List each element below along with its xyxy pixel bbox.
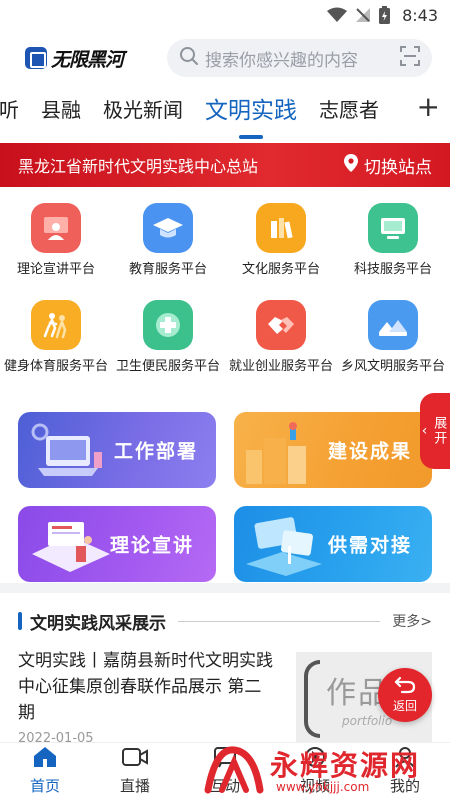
platform-item[interactable]: 理论宣讲平台 — [0, 203, 112, 279]
platform-item[interactable]: 文化服务平台 — [225, 203, 337, 279]
platform-item[interactable]: 卫生便民服务平台 — [112, 300, 224, 376]
monitor-icon — [368, 203, 418, 253]
expand-label: 展开 — [431, 416, 447, 446]
nav-interact[interactable]: 互动 — [180, 743, 270, 799]
platform-item[interactable]: 教育服务平台 — [112, 203, 224, 279]
platform-item[interactable]: 乡风文明服务平台 — [337, 300, 449, 376]
platform-item[interactable]: 健身体育服务平台 — [0, 300, 112, 376]
platform-label: 理论宣讲平台 — [16, 262, 95, 277]
app-logo[interactable]: 无限黑河 — [25, 45, 155, 72]
channel-tabs: 听 县融 极光新闻 文明实践 志愿者 + — [0, 82, 450, 139]
nav-label: 我的 — [389, 777, 420, 795]
tab-aurora-news[interactable]: 极光新闻 — [92, 94, 194, 123]
platform-label: 就业创业服务平台 — [229, 359, 334, 374]
nav-label: 互动 — [209, 777, 240, 795]
thumbnail-subtext: portfolio — [342, 714, 393, 728]
nav-video[interactable]: 视频 — [270, 743, 360, 799]
nav-home[interactable]: 首页 — [0, 743, 90, 799]
section-rule — [178, 620, 381, 622]
battery-charging-icon — [379, 6, 391, 24]
construction-results-card[interactable]: 建设成果 — [234, 412, 432, 488]
laptop-illustration — [31, 423, 102, 476]
home-icon — [33, 746, 57, 772]
switch-station-label: 切换站点 — [364, 157, 432, 178]
platform-label: 乡风文明服务平台 — [341, 359, 446, 374]
add-channel-icon[interactable]: + — [417, 90, 440, 123]
card-label: 工作部署 — [114, 440, 199, 463]
no-signal-icon — [355, 7, 371, 23]
return-arrow-icon — [394, 676, 416, 697]
tab-listen[interactable]: 听 — [0, 94, 30, 123]
handshake-icon — [256, 300, 306, 350]
search-icon — [179, 46, 199, 71]
village-icon — [368, 300, 418, 350]
chevron-left-icon: ‹ — [421, 423, 428, 439]
app-header: 无限黑河 搜索你感兴趣的内容 — [0, 36, 450, 80]
search-placeholder: 搜索你感兴趣的内容 — [205, 50, 358, 71]
nav-label: 首页 — [29, 777, 60, 795]
logo-mark-icon — [25, 47, 47, 69]
platform-label: 健身体育服务平台 — [4, 359, 109, 374]
play-icon — [303, 746, 327, 772]
tab-county-media[interactable]: 县融 — [30, 94, 92, 123]
section-accent-bar — [18, 612, 22, 630]
chat-icon — [213, 746, 237, 772]
video-camera-icon — [122, 746, 148, 772]
station-title: 黑龙江省新时代文明实践中心总站 — [18, 157, 259, 176]
card-label: 理论宣讲 — [110, 534, 195, 557]
back-label: 返回 — [392, 699, 417, 713]
user-icon — [394, 746, 416, 772]
more-link[interactable]: 更多> — [392, 611, 432, 631]
platform-label: 卫生便民服务平台 — [116, 359, 221, 374]
graduation-cap-icon — [143, 203, 193, 253]
theory-lecture-card[interactable]: 理论宣讲 — [18, 506, 216, 582]
location-pin-icon — [344, 153, 358, 177]
podium-illustration — [32, 522, 110, 572]
supply-demand-card[interactable]: 供需对接 — [234, 506, 432, 582]
tab-volunteer[interactable]: 志愿者 — [308, 94, 390, 123]
tab-civilization-practice[interactable]: 文明实践 — [194, 91, 308, 139]
running-icon — [31, 300, 81, 350]
platform-item[interactable]: 科技服务平台 — [337, 203, 449, 279]
thumbnail-bracket — [304, 660, 320, 738]
nav-label: 直播 — [119, 777, 150, 795]
platform-label: 教育服务平台 — [128, 262, 207, 277]
article-title[interactable]: 文明实践丨嘉荫县新时代文明实践中心征集原创春联作品展示 第二期 — [18, 648, 278, 726]
switch-station-button[interactable]: 切换站点 — [344, 153, 432, 178]
nav-mine[interactable]: 我的 — [360, 743, 450, 799]
status-bar: 8:43 — [0, 0, 450, 30]
status-time: 8:43 — [402, 5, 438, 25]
showcase-section-header: 文明实践风采展示 更多> — [18, 604, 432, 638]
nav-live[interactable]: 直播 — [90, 743, 180, 799]
platform-label: 文化服务平台 — [241, 262, 320, 277]
work-deployment-card[interactable]: 工作部署 — [18, 412, 216, 488]
platform-label: 科技服务平台 — [353, 262, 432, 277]
platform-item[interactable]: 就业创业服务平台 — [225, 300, 337, 376]
card-label: 建设成果 — [328, 440, 413, 463]
buildings-illustration — [246, 422, 306, 484]
app-screen: 8:43 无限黑河 搜索你感兴趣的内容 听 县融 极光新闻 文明实践 志愿者 +… — [0, 0, 450, 799]
back-float-button[interactable]: 返回 — [378, 668, 432, 722]
scan-icon[interactable] — [400, 45, 420, 71]
bottom-nav: 首页 直播 互动 视频 我的 — [0, 742, 450, 799]
data-screen-illustration — [246, 517, 322, 576]
wifi-icon — [327, 7, 348, 23]
expand-side-tab[interactable]: ‹ 展开 — [420, 393, 450, 469]
medical-cross-icon — [143, 300, 193, 350]
lecture-icon — [31, 203, 81, 253]
station-banner: 黑龙江省新时代文明实践中心总站 切换站点 — [0, 143, 450, 187]
card-label: 供需对接 — [328, 534, 413, 557]
books-icon — [256, 203, 306, 253]
section-divider — [0, 583, 450, 593]
nav-label: 视频 — [299, 777, 330, 795]
search-bar[interactable]: 搜索你感兴趣的内容 — [167, 39, 432, 77]
logo-text: 无限黑河 — [51, 48, 124, 71]
section-title: 文明实践风采展示 — [30, 613, 166, 634]
